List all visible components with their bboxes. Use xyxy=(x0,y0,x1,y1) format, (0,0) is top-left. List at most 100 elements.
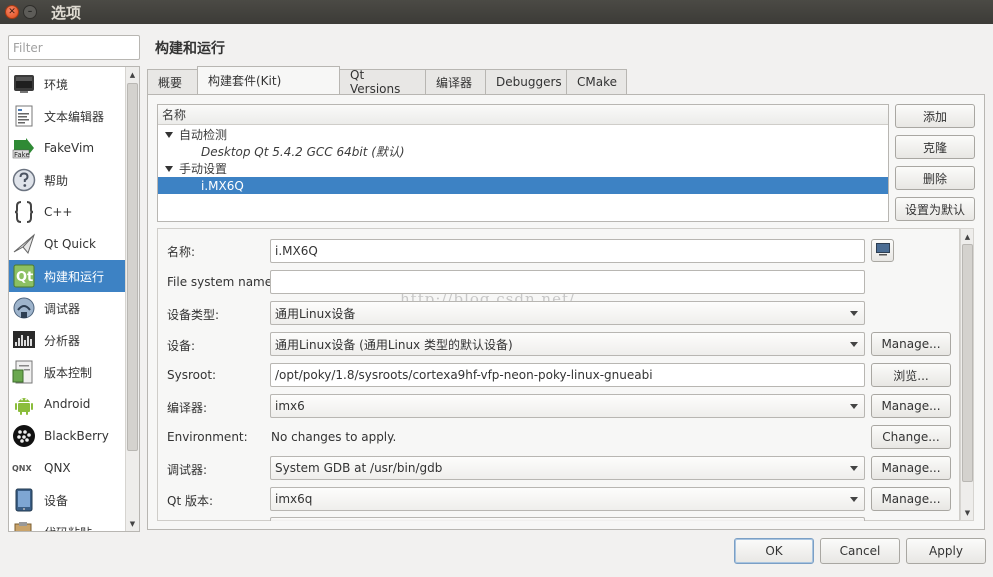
filesystem-name-input[interactable] xyxy=(270,270,865,294)
sidebar-item-debugger[interactable]: 调试器 xyxy=(9,292,125,324)
chevron-down-icon xyxy=(850,466,858,471)
svg-text:Fake: Fake xyxy=(14,151,30,159)
scroll-down-arrow-icon[interactable]: ▼ xyxy=(961,506,974,519)
scrollbar-thumb[interactable] xyxy=(962,244,973,482)
environment-label: Environment: xyxy=(167,430,248,444)
manage-compilers-button[interactable]: Manage... xyxy=(871,394,951,418)
tab-overview[interactable]: 概要 xyxy=(147,69,198,94)
scrollbar-thumb[interactable] xyxy=(127,83,138,451)
build-run-icon: Qt xyxy=(12,264,36,288)
chevron-down-icon xyxy=(850,497,858,502)
sidebar-item-label: FakeVim xyxy=(44,141,95,155)
qnx-icon: QNX xyxy=(12,456,36,480)
tab-cmake[interactable]: CMake xyxy=(566,69,627,94)
sidebar-item-help[interactable]: 帮助 xyxy=(9,164,125,196)
ok-button[interactable]: OK xyxy=(734,538,814,564)
tab-qt-versions[interactable]: Qt Versions xyxy=(339,68,426,96)
debugger-combo[interactable]: System GDB at /usr/bin/gdb xyxy=(270,456,865,480)
sidebar-item-label: 构建和运行 xyxy=(44,269,105,284)
apply-button[interactable]: Apply xyxy=(906,538,986,564)
sysroot-label: Sysroot: xyxy=(167,368,217,382)
sidebar-item-label: Android xyxy=(44,397,91,411)
sidebar-item-fakevim[interactable]: Fake FakeVim xyxy=(9,132,125,164)
sidebar-item-cpp[interactable]: C++ xyxy=(9,196,125,228)
qt-quick-icon xyxy=(12,232,36,256)
tree-row-imx6q-kit[interactable]: i.MX6Q xyxy=(158,177,888,194)
kit-details-scrollbar[interactable]: ▲ ▼ xyxy=(960,228,974,521)
sidebar-item-label: 代码粘贴 xyxy=(44,524,92,532)
add-kit-button[interactable]: 添加 xyxy=(895,104,975,128)
sidebar-item-qnx[interactable]: QNX QNX xyxy=(9,452,125,484)
qt-version-combo[interactable]: imx6q xyxy=(270,487,865,511)
tab-kits[interactable]: 构建套件(Kit) xyxy=(197,66,340,94)
category-list-scrollbar[interactable]: ▲ ▼ xyxy=(125,67,139,531)
filesystem-name-label: File system name: xyxy=(167,275,277,289)
sidebar-item-label: 帮助 xyxy=(44,173,69,188)
sidebar-item-label: Qt Quick xyxy=(44,237,96,251)
tree-group-manual[interactable]: 手动设置 xyxy=(158,160,888,177)
sidebar-item-text-editor[interactable]: 文本编辑器 xyxy=(9,100,125,132)
kit-name-input[interactable]: i.MX6Q xyxy=(270,239,865,263)
sidebar-item-devices[interactable]: 设备 xyxy=(9,484,125,516)
sidebar-item-analyzer[interactable]: 分析器 xyxy=(9,324,125,356)
device-type-combo[interactable]: 通用Linux设备 xyxy=(270,301,865,325)
cancel-button[interactable]: Cancel xyxy=(820,538,900,564)
scroll-up-arrow-icon[interactable]: ▲ xyxy=(961,230,974,243)
manage-devices-button[interactable]: Manage... xyxy=(871,332,951,356)
category-list: 环境 文本编辑器 Fake FakeVim 帮助 C++ Qt Quick Qt xyxy=(8,66,140,532)
expand-arrow-icon[interactable] xyxy=(165,165,173,172)
chevron-down-icon xyxy=(850,311,858,316)
sidebar-item-label: 设备 xyxy=(44,493,69,508)
text-editor-icon xyxy=(12,104,36,128)
window-close-button[interactable]: ✕ xyxy=(5,5,19,19)
tree-group-auto-detected[interactable]: 自动检测 xyxy=(158,126,888,143)
sidebar-item-android[interactable]: Android xyxy=(9,388,125,420)
combo-value: imx6 xyxy=(275,399,305,413)
device-combo[interactable]: 通用Linux设备 (通用Linux 类型的默认设备) xyxy=(270,332,865,356)
browse-sysroot-button[interactable]: 浏览... xyxy=(871,363,951,387)
clone-kit-button[interactable]: 克隆 xyxy=(895,135,975,159)
filter-input[interactable] xyxy=(8,35,140,60)
scroll-down-arrow-icon[interactable]: ▼ xyxy=(126,517,139,530)
scroll-up-arrow-icon[interactable]: ▲ xyxy=(126,68,139,81)
version-control-icon xyxy=(12,360,36,384)
tab-compilers[interactable]: 编译器 xyxy=(425,69,486,94)
device-icon xyxy=(12,488,36,512)
sidebar-item-version-control[interactable]: 版本控制 xyxy=(9,356,125,388)
change-environment-button[interactable]: Change... xyxy=(871,425,951,449)
kit-icon-button[interactable] xyxy=(871,239,894,262)
tab-debuggers[interactable]: Debuggers xyxy=(485,69,567,94)
next-row-combo-partial[interactable] xyxy=(270,517,865,521)
tree-row-desktop-kit[interactable]: Desktop Qt 5.4.2 GCC 64bit (默认) xyxy=(158,143,888,160)
cpp-braces-icon xyxy=(12,200,36,224)
make-default-kit-button[interactable]: 设置为默认 xyxy=(895,197,975,221)
kit-tree: 名称 自动检测 Desktop Qt 5.4.2 GCC 64bit (默认) … xyxy=(157,104,889,222)
sidebar-item-code-paste[interactable]: 代码粘贴 xyxy=(9,516,125,532)
manage-qt-versions-button[interactable]: Manage... xyxy=(871,487,951,511)
sidebar-item-build-run[interactable]: Qt 构建和运行 xyxy=(9,260,125,292)
sidebar-item-qt-quick[interactable]: Qt Quick xyxy=(9,228,125,260)
debugger-label: 调试器: xyxy=(167,463,208,477)
tree-row-label: Desktop Qt 5.4.2 GCC 64bit (默认) xyxy=(201,145,405,159)
window-minimize-button[interactable]: – xyxy=(23,5,37,19)
device-label: 设备: xyxy=(167,339,196,353)
sidebar-item-label: 文本编辑器 xyxy=(44,109,105,124)
compiler-combo[interactable]: imx6 xyxy=(270,394,865,418)
tree-header-name: 名称 xyxy=(158,105,888,125)
monitor-icon xyxy=(12,72,36,96)
expand-arrow-icon[interactable] xyxy=(165,131,173,138)
sidebar-item-label: 环境 xyxy=(44,77,69,92)
tree-row-label: i.MX6Q xyxy=(201,178,244,193)
sysroot-input[interactable]: /opt/poky/1.8/sysroots/cortexa9hf-vfp-ne… xyxy=(270,363,865,387)
page-title: 构建和运行 xyxy=(155,41,225,57)
combo-value: imx6q xyxy=(275,492,313,506)
sidebar-item-blackberry[interactable]: BlackBerry xyxy=(9,420,125,452)
sidebar-item-label: 版本控制 xyxy=(44,365,93,380)
delete-kit-button[interactable]: 删除 xyxy=(895,166,975,190)
code-paste-icon xyxy=(12,520,36,531)
sidebar-item-environment[interactable]: 环境 xyxy=(9,68,125,100)
sidebar-item-label: QNX xyxy=(44,461,71,475)
analyzer-icon xyxy=(12,328,36,352)
sidebar-item-label: C++ xyxy=(44,205,73,219)
manage-debuggers-button[interactable]: Manage... xyxy=(871,456,951,480)
